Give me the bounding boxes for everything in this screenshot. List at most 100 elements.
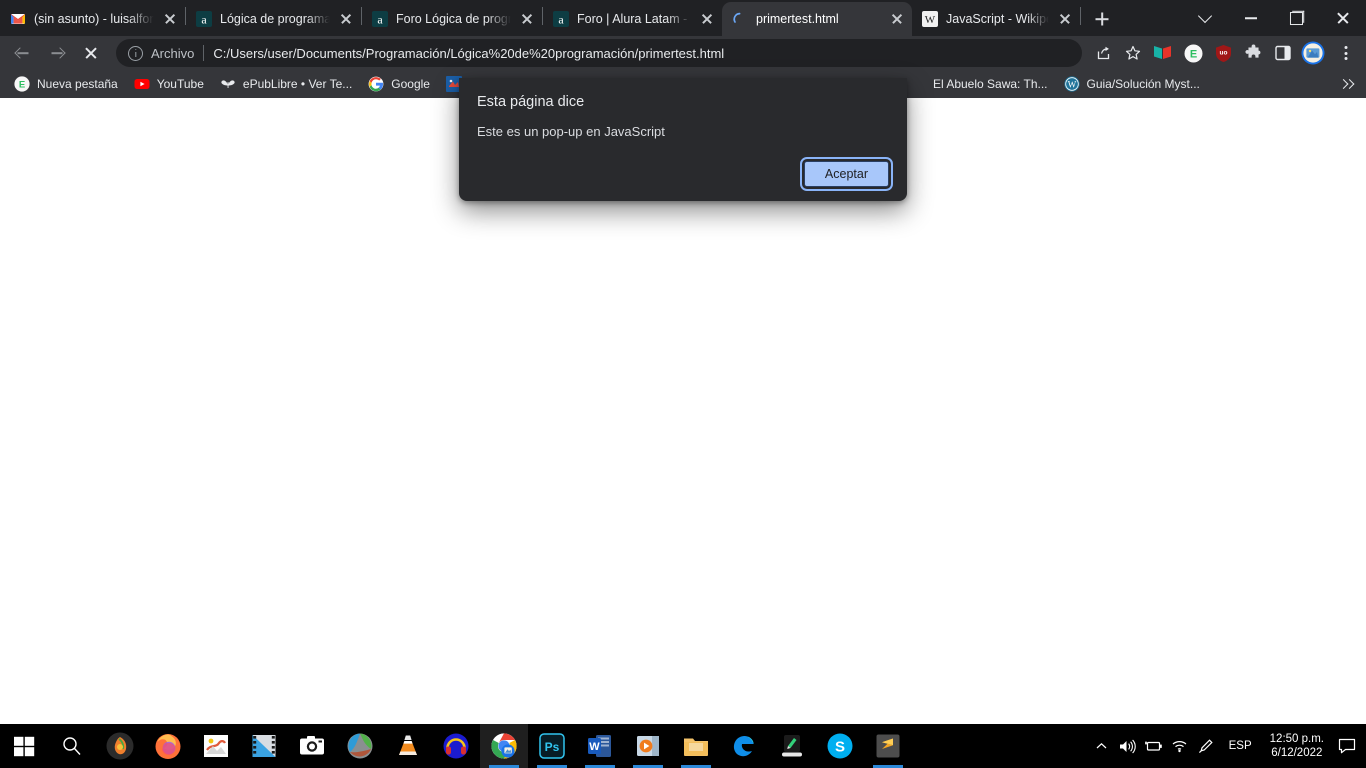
headphones-app-icon[interactable] <box>432 724 480 768</box>
wordpress-icon: W <box>1063 76 1080 92</box>
media-player-icon[interactable] <box>624 724 672 768</box>
maximize-button[interactable] <box>1274 3 1320 33</box>
browser-tab[interactable]: (sin asunto) - luisalfon <box>0 2 185 36</box>
clock-time: 12:50 p.m. <box>1269 733 1324 745</box>
svg-text:a: a <box>558 12 564 26</box>
forward-button[interactable] <box>42 38 72 68</box>
browser-tab-active[interactable]: primertest.html <box>722 2 912 36</box>
tab-title: JavaScript - Wikipedia <box>946 12 1050 26</box>
bookmark-item[interactable]: Google <box>360 73 438 95</box>
sublime-text-icon[interactable] <box>864 724 912 768</box>
word-icon[interactable]: W <box>576 724 624 768</box>
svg-text:W: W <box>1067 79 1076 89</box>
vlc-icon[interactable] <box>384 724 432 768</box>
bookmark-item[interactable]: YouTube <box>126 73 212 95</box>
language-indicator[interactable]: ESP <box>1219 740 1262 752</box>
flag-extension-icon[interactable] <box>1149 39 1177 67</box>
camera-app-icon[interactable] <box>288 724 336 768</box>
tab-close-icon[interactable] <box>1056 10 1074 28</box>
share-icon[interactable] <box>1089 39 1117 67</box>
javascript-alert-dialog: Esta página dice Este es un pop-up en Ja… <box>459 78 907 201</box>
address-bar[interactable]: Archivo C:/Users/user/Documents/Programa… <box>116 39 1082 67</box>
screen: (sin asunto) - luisalfon a Lógica de pro… <box>0 0 1366 768</box>
youtube-icon <box>134 76 150 92</box>
edge-icon[interactable] <box>720 724 768 768</box>
bookmark-star-icon[interactable] <box>1119 39 1147 67</box>
side-panel-icon[interactable] <box>1269 39 1297 67</box>
evernote-icon: E <box>14 76 30 92</box>
browser-tab[interactable]: a Foro Lógica de progra <box>362 2 542 36</box>
ublock-origin-icon[interactable]: uo <box>1209 39 1237 67</box>
file-explorer-icon[interactable] <box>672 724 720 768</box>
scheme-label: Archivo <box>151 45 195 61</box>
browser-tab[interactable]: W JavaScript - Wikipedia <box>912 2 1080 36</box>
tab-close-icon[interactable] <box>337 10 355 28</box>
chevron-down-icon[interactable] <box>1182 3 1228 33</box>
green-note-app-icon[interactable] <box>768 724 816 768</box>
battery-icon[interactable] <box>1141 724 1167 768</box>
tab-separator <box>1080 6 1081 25</box>
white-app-icon[interactable] <box>192 724 240 768</box>
dialog-button-row: Aceptar <box>477 157 894 191</box>
tab-close-icon[interactable] <box>161 10 179 28</box>
tab-title: (sin asunto) - luisalfon <box>34 12 155 26</box>
bookmark-label: Google <box>391 77 430 91</box>
svg-text:E: E <box>1189 48 1196 60</box>
bookmark-item[interactable]: E Nueva pestaña <box>6 73 126 95</box>
bookmark-item[interactable]: W Guia/Solución Myst... <box>1056 73 1208 95</box>
blank-icon <box>925 76 929 92</box>
pen-icon[interactable] <box>1193 724 1219 768</box>
wifi-icon[interactable] <box>1167 724 1193 768</box>
bookmarks-overflow-icon[interactable] <box>1336 73 1358 95</box>
browser-toolbar: Archivo C:/Users/user/Documents/Programa… <box>0 36 1366 70</box>
chrome-icon[interactable] <box>480 724 528 768</box>
tab-close-icon[interactable] <box>698 10 716 28</box>
skype-icon[interactable]: S <box>816 724 864 768</box>
back-button[interactable] <box>8 38 38 68</box>
bookmark-item[interactable]: El Abuelo Sawa: Th... <box>917 73 1056 95</box>
start-button[interactable] <box>0 724 48 768</box>
puzzle-extensions-icon[interactable] <box>1239 39 1267 67</box>
tab-title: Foro | Alura Latam - C <box>577 12 692 26</box>
new-tab-button[interactable] <box>1087 4 1117 34</box>
omnibox-separator <box>203 45 205 61</box>
bookmark-label: ePubLibre • Ver Te... <box>242 77 353 91</box>
site-info-icon[interactable] <box>128 45 143 61</box>
minimize-button[interactable] <box>1228 3 1274 33</box>
window-controls <box>1182 2 1366 36</box>
tab-title: primertest.html <box>756 12 839 26</box>
notification-icon[interactable] <box>1332 724 1362 768</box>
three-dot-menu-icon[interactable] <box>1332 39 1360 67</box>
profile-avatar[interactable] <box>1299 39 1327 67</box>
system-tray: ESP 12:50 p.m. 6/12/2022 <box>1089 724 1366 768</box>
clock[interactable]: 12:50 p.m. 6/12/2022 <box>1262 732 1332 760</box>
video-editor-icon[interactable] <box>240 724 288 768</box>
alura-icon: a <box>372 11 388 27</box>
bookmark-item[interactable]: ePubLibre • Ver Te... <box>212 73 360 95</box>
taskbar-search-icon[interactable] <box>48 724 96 768</box>
browser-window: (sin asunto) - luisalfon a Lógica de pro… <box>0 0 1366 724</box>
green-globe-app-icon[interactable] <box>336 724 384 768</box>
bookmark-label: YouTube <box>156 77 204 91</box>
bookmark-label: El Abuelo Sawa: Th... <box>932 77 1048 91</box>
fl-studio-icon[interactable] <box>96 724 144 768</box>
photoshop-icon[interactable]: Ps <box>528 724 576 768</box>
speaker-icon[interactable] <box>1115 724 1141 768</box>
chevron-up-icon[interactable] <box>1089 724 1115 768</box>
svg-text:a: a <box>201 12 207 26</box>
evernote-extension-icon[interactable]: E <box>1179 39 1207 67</box>
svg-text:uo: uo <box>1219 49 1227 56</box>
tab-close-icon[interactable] <box>888 10 906 28</box>
tab-close-icon[interactable] <box>518 10 536 28</box>
alura-icon: a <box>553 11 569 27</box>
alura-icon: a <box>196 11 212 27</box>
gmail-icon <box>10 11 26 27</box>
accept-button[interactable]: Aceptar <box>799 157 894 191</box>
url-text: C:/Users/user/Documents/Programación/Lóg… <box>213 45 725 61</box>
firefox-icon[interactable] <box>144 724 192 768</box>
stop-loading-button[interactable] <box>76 38 106 68</box>
browser-tab[interactable]: a Foro | Alura Latam - C <box>543 2 722 36</box>
close-window-button[interactable] <box>1320 3 1366 33</box>
svg-text:E: E <box>19 80 25 91</box>
browser-tab[interactable]: a Lógica de programaci <box>186 2 361 36</box>
